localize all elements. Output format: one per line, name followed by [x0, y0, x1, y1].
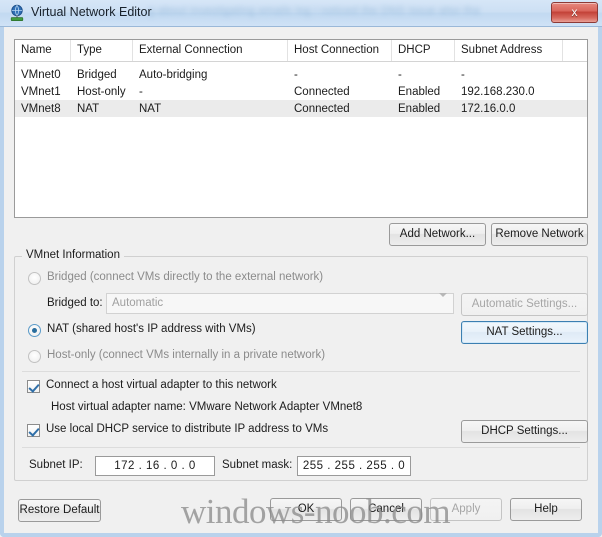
column-header-spacer — [563, 40, 587, 61]
section-divider — [22, 371, 580, 372]
networks-table[interactable]: Name Type External Connection Host Conne… — [14, 39, 588, 218]
radio-nat[interactable] — [28, 324, 41, 337]
title-bar[interactable]: g about investigating emails log i notic… — [0, 0, 602, 27]
cell-host-connection: Connected — [294, 85, 350, 98]
dhcp-settings-button[interactable]: DHCP Settings... — [461, 420, 588, 443]
cell-host-connection: - — [294, 68, 298, 81]
subnet-ip-input[interactable]: 172 . 16 . 0 . 0 — [95, 456, 215, 476]
cell-external-connection: NAT — [139, 102, 162, 115]
vmnet-information-label: VMnet Information — [22, 249, 124, 261]
use-local-dhcp-label: Use local DHCP service to distribute IP … — [46, 423, 329, 435]
radio-bridged-label: Bridged (connect VMs directly to the ext… — [47, 271, 324, 283]
column-header-subnet-address[interactable]: Subnet Address — [455, 40, 563, 61]
cell-name: VMnet0 — [21, 68, 61, 81]
cell-subnet-address: 172.16.0.0 — [461, 102, 516, 115]
column-header-type[interactable]: Type — [71, 40, 133, 61]
cell-external-connection: - — [139, 85, 143, 98]
subnet-mask-label: Subnet mask: — [222, 459, 293, 471]
chevron-down-icon[interactable] — [439, 293, 447, 297]
ok-button[interactable]: OK — [270, 498, 342, 521]
cell-dhcp: Enabled — [398, 102, 441, 115]
cell-subnet-address: - — [461, 68, 465, 81]
section-divider — [22, 447, 580, 448]
cell-dhcp: Enabled — [398, 85, 441, 98]
automatic-settings-button: Automatic Settings... — [461, 293, 588, 316]
cell-host-connection: Connected — [294, 102, 350, 115]
connect-host-adapter-label: Connect a host virtual adapter to this n… — [46, 379, 277, 391]
cell-name: VMnet8 — [21, 102, 61, 115]
table-header-row: Name Type External Connection Host Conne… — [15, 40, 587, 62]
column-header-dhcp[interactable]: DHCP — [392, 40, 455, 61]
cell-type: Host-only — [77, 85, 126, 98]
window-title: Virtual Network Editor — [31, 5, 152, 19]
subnet-mask-input[interactable]: 255 . 255 . 255 . 0 — [297, 456, 411, 476]
add-network-button[interactable]: Add Network... — [389, 223, 486, 246]
checkbox-use-local-dhcp[interactable] — [27, 424, 40, 437]
radio-host-only[interactable] — [28, 350, 41, 363]
bridged-to-combobox[interactable]: Automatic — [106, 293, 454, 314]
nat-settings-button[interactable]: NAT Settings... — [461, 321, 588, 344]
subnet-ip-label: Subnet IP: — [29, 459, 83, 471]
cancel-button[interactable]: Cancel — [350, 498, 422, 521]
cell-type: Bridged — [77, 68, 117, 81]
restore-default-button[interactable]: Restore Default — [18, 499, 101, 522]
column-header-host-connection[interactable]: Host Connection — [288, 40, 392, 61]
column-header-external-connection[interactable]: External Connection — [133, 40, 288, 61]
help-button[interactable]: Help — [510, 498, 582, 521]
table-row[interactable]: VMnet0 Bridged Auto-bridging - - - — [15, 66, 587, 83]
remove-network-button[interactable]: Remove Network — [491, 223, 588, 246]
radio-nat-label: NAT (shared host's IP address with VMs) — [47, 323, 256, 335]
column-header-name[interactable]: Name — [15, 40, 71, 61]
cell-type: NAT — [77, 102, 100, 115]
blurred-background-text: g about investigating emails log i notic… — [148, 5, 480, 17]
host-adapter-name: Host virtual adapter name: VMware Networ… — [51, 401, 363, 413]
cell-subnet-address: 192.168.230.0 — [461, 85, 535, 98]
checkbox-connect-host-adapter[interactable] — [27, 380, 40, 393]
radio-host-only-label: Host-only (connect VMs internally in a p… — [47, 349, 326, 361]
radio-bridged[interactable] — [28, 272, 41, 285]
table-row[interactable]: VMnet8 NAT NAT Connected Enabled 172.16.… — [15, 100, 587, 117]
table-row[interactable]: VMnet1 Host-only - Connected Enabled 192… — [15, 83, 587, 100]
cell-dhcp: - — [398, 68, 402, 81]
virtual-network-editor-window: g about investigating emails log i notic… — [0, 0, 602, 537]
cell-name: VMnet1 — [21, 85, 61, 98]
cell-external-connection: Auto-bridging — [139, 68, 208, 81]
network-monitor-icon — [8, 4, 26, 22]
apply-button: Apply — [430, 498, 502, 521]
bridged-to-label: Bridged to: — [47, 297, 103, 309]
close-icon[interactable]: x — [551, 2, 598, 23]
